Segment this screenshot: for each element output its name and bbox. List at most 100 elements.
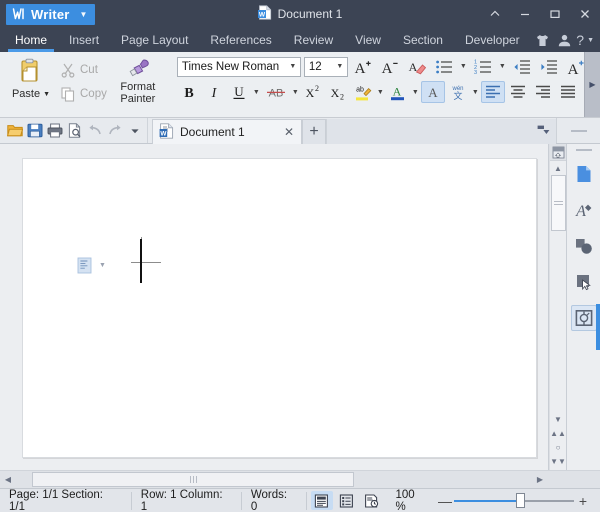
- help-button[interactable]: ? ▼: [576, 32, 596, 48]
- tab-insert[interactable]: Insert: [58, 28, 110, 52]
- zoom-slider[interactable]: [454, 493, 574, 508]
- minimize-button[interactable]: [510, 0, 540, 28]
- numbering-dropdown[interactable]: ▼: [498, 56, 507, 78]
- zoom-out-button[interactable]: —: [436, 493, 454, 509]
- scroll-down-button[interactable]: ▼: [550, 412, 567, 426]
- browse-object-button[interactable]: ○: [550, 440, 567, 454]
- justify-button[interactable]: [556, 81, 580, 103]
- superscript-button[interactable]: X2: [301, 81, 325, 103]
- tab-section[interactable]: Section: [392, 28, 454, 52]
- skin-icon[interactable]: [532, 29, 552, 51]
- document-properties-icon[interactable]: [571, 161, 597, 187]
- tab-references[interactable]: References: [199, 28, 282, 52]
- font-color-dropdown[interactable]: ▼: [411, 81, 420, 103]
- outline-view-button[interactable]: [336, 491, 358, 510]
- tab-developer[interactable]: Developer: [454, 28, 531, 52]
- asian-phonetic-button[interactable]: wén 文: [446, 81, 470, 103]
- next-page-button[interactable]: ▼▼: [550, 454, 567, 468]
- open-folder-icon[interactable]: [5, 121, 24, 141]
- increase-indent-button[interactable]: [537, 56, 561, 78]
- styles-icon[interactable]: A: [571, 197, 597, 223]
- tab-review[interactable]: Review: [283, 28, 344, 52]
- underline-button[interactable]: U: [227, 81, 251, 103]
- align-right-button[interactable]: [531, 81, 555, 103]
- bullets-dropdown[interactable]: ▼: [459, 56, 468, 78]
- asian-phonetic-dropdown[interactable]: ▼: [471, 81, 480, 103]
- highlight-dropdown[interactable]: ▼: [376, 81, 385, 103]
- maximize-button[interactable]: [540, 0, 570, 28]
- document-tab[interactable]: W Document 1 ✕: [152, 119, 302, 144]
- tab-strip-right-handle[interactable]: [556, 118, 600, 143]
- horizontal-scrollbar[interactable]: ◀ ▶: [0, 470, 600, 488]
- grow-font-button[interactable]: A: [351, 56, 375, 78]
- close-icon[interactable]: ✕: [281, 125, 297, 139]
- copy-button[interactable]: Copy: [56, 82, 111, 106]
- document-page[interactable]: ▼: [22, 158, 537, 458]
- status-page-info[interactable]: Page: 1/1 Section: 1/1: [0, 489, 132, 512]
- status-cursor-position[interactable]: Row: 1 Column: 1: [132, 489, 242, 512]
- chevron-down-icon[interactable]: ▼: [99, 262, 106, 269]
- tab-list-dropdown-icon[interactable]: [537, 125, 550, 139]
- subscript-button[interactable]: X2: [326, 81, 350, 103]
- vertical-scrollbar[interactable]: ▲ ▼ ▲▲ ○ ▼▼: [549, 144, 567, 470]
- strikethrough-dropdown[interactable]: ▼: [291, 81, 300, 103]
- split-view-button[interactable]: [549, 144, 567, 161]
- print-layout-view-button[interactable]: [310, 491, 333, 510]
- paste-button[interactable]: Paste ▼: [6, 55, 56, 100]
- format-painter-button[interactable]: Format Painter: [111, 55, 165, 105]
- scroll-left-button[interactable]: ◀: [0, 471, 16, 488]
- save-icon[interactable]: [25, 121, 44, 141]
- print-preview-icon[interactable]: [65, 121, 84, 141]
- svg-text:文: 文: [453, 90, 462, 101]
- ribbon-collapse-button[interactable]: [480, 0, 510, 28]
- close-button[interactable]: [570, 0, 600, 28]
- align-center-button[interactable]: [506, 81, 530, 103]
- scroll-right-button[interactable]: ▶: [532, 471, 548, 488]
- shapes-icon[interactable]: [571, 233, 597, 259]
- decrease-indent-button[interactable]: [510, 56, 534, 78]
- align-left-button[interactable]: [480, 81, 505, 103]
- undo-icon[interactable]: [85, 121, 104, 141]
- refresh-object-icon[interactable]: [570, 305, 597, 331]
- selection-pane-icon[interactable]: [571, 269, 597, 295]
- vertical-scroll-track[interactable]: [550, 231, 567, 412]
- print-icon[interactable]: [45, 121, 64, 141]
- status-word-count[interactable]: Words: 0: [242, 489, 307, 512]
- zoom-in-button[interactable]: +: [574, 493, 592, 509]
- numbering-button[interactable]: 123: [471, 56, 495, 78]
- highlight-button[interactable]: ab: [351, 81, 375, 103]
- font-color-button[interactable]: A: [386, 81, 410, 103]
- chevron-down-icon[interactable]: ▼: [333, 63, 347, 70]
- shrink-font-button[interactable]: A: [378, 56, 402, 78]
- underline-dropdown[interactable]: ▼: [252, 81, 261, 103]
- font-size-combobox[interactable]: 12 ▼: [303, 56, 348, 77]
- strikethrough-button[interactable]: AB: [262, 81, 290, 103]
- vertical-scroll-thumb[interactable]: [550, 175, 566, 231]
- user-account-icon[interactable]: [554, 29, 574, 51]
- horizontal-scroll-track[interactable]: [16, 471, 532, 488]
- ribbon-overflow-scroll[interactable]: ▶: [584, 52, 600, 117]
- horizontal-scroll-thumb[interactable]: [32, 472, 354, 487]
- character-shading-button[interactable]: A: [420, 81, 445, 103]
- new-tab-button[interactable]: +: [302, 119, 326, 144]
- redo-icon[interactable]: [105, 121, 124, 141]
- scroll-up-button[interactable]: ▲: [550, 161, 567, 175]
- zoom-slider-thumb[interactable]: [516, 493, 526, 508]
- web-layout-view-button[interactable]: [361, 491, 383, 510]
- panel-handle-icon[interactable]: [575, 149, 592, 151]
- previous-page-button[interactable]: ▲▲: [550, 426, 567, 440]
- tab-page-layout[interactable]: Page Layout: [110, 28, 199, 52]
- tab-home[interactable]: Home: [4, 28, 58, 52]
- app-menu-button[interactable]: Writer ▼: [6, 3, 95, 25]
- customize-dropdown-icon[interactable]: [125, 121, 144, 141]
- tab-view[interactable]: View: [344, 28, 392, 52]
- document-canvas[interactable]: ▼: [0, 144, 549, 470]
- cut-button[interactable]: Cut: [56, 58, 111, 82]
- bold-button[interactable]: B: [177, 81, 201, 103]
- chevron-down-icon[interactable]: ▼: [286, 63, 300, 70]
- italic-button[interactable]: I: [202, 81, 226, 103]
- clear-formatting-button[interactable]: A: [405, 56, 429, 78]
- zoom-level-label[interactable]: 100 %: [386, 489, 437, 512]
- bullets-button[interactable]: [432, 56, 456, 78]
- font-family-combobox[interactable]: Times New Roman ▼: [176, 56, 301, 77]
